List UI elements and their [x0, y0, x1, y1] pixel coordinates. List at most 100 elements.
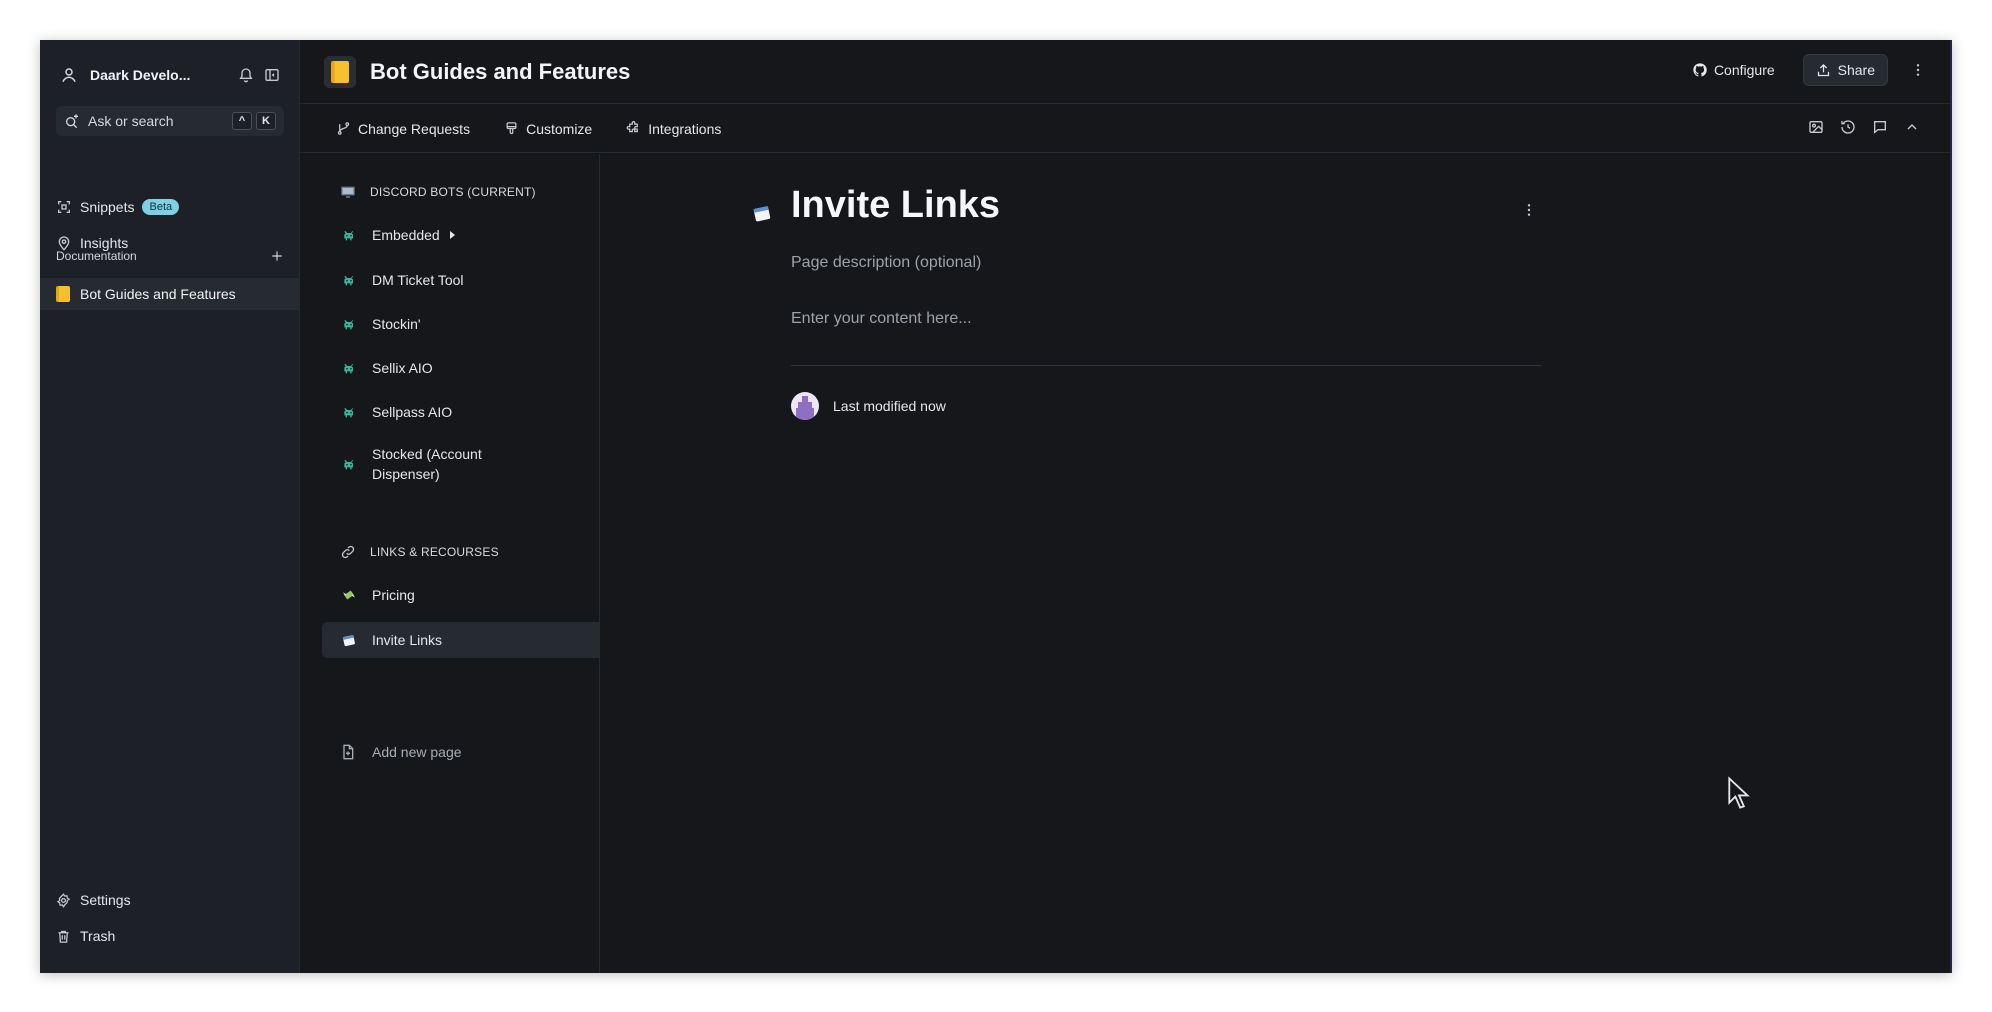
content-divider	[791, 365, 1541, 366]
group-title-label: DISCORD BOTS (CURRENT)	[370, 185, 536, 199]
space-icon[interactable]	[324, 55, 356, 88]
sidebar-item-settings[interactable]: Settings	[56, 887, 131, 913]
customize-button[interactable]: Customize	[504, 121, 592, 137]
space-title: Bot Guides and Features	[370, 58, 631, 84]
page-content-field[interactable]: Enter your content here...	[791, 310, 972, 328]
top-actions: Configure Share	[1692, 54, 1926, 86]
page-item-pricing[interactable]: Pricing	[322, 578, 600, 612]
sidebar-toggle-icon	[265, 69, 279, 81]
toolbar-right-actions	[1792, 119, 1920, 135]
share-upload-icon	[1817, 63, 1829, 76]
page-item-stockin[interactable]: Stockin'	[322, 307, 600, 341]
sidebar-item-snippets[interactable]: Snippets Beta	[56, 194, 180, 220]
more-options-icon[interactable]	[1910, 62, 1926, 78]
page-item-invite-links[interactable]: Invite Links	[322, 622, 600, 658]
bot-icon	[344, 364, 353, 374]
page-item-sellpass-aio[interactable]: Sellpass AIO	[322, 395, 600, 429]
space-toolbar: Change Requests Customize Integrations	[300, 105, 1950, 153]
sidebar-item-bot-guides[interactable]: Bot Guides and Features	[40, 278, 300, 310]
sidebar-item-label: Snippets	[80, 199, 135, 215]
page-title[interactable]: Invite Links	[791, 184, 1000, 227]
page-item-label: Pricing	[372, 587, 415, 603]
image-icon[interactable]	[1808, 119, 1824, 135]
bot-icon	[344, 460, 353, 470]
page-more-options-icon[interactable]	[1521, 202, 1537, 218]
page-description-field[interactable]: Page description (optional)	[791, 254, 981, 272]
search-bar[interactable]: Ask or search ^ K	[56, 106, 284, 136]
page-editor: Invite Links Page description (optional)…	[601, 154, 1950, 973]
group-links-resources[interactable]: LINKS & RECOURSES	[340, 542, 499, 562]
page-item-label: Stocked (Account Dispenser)	[372, 446, 482, 482]
page-item-embedded[interactable]: Embedded	[322, 218, 600, 252]
monitor-icon	[341, 186, 355, 198]
bot-icon	[344, 276, 353, 286]
add-file-icon	[343, 744, 354, 760]
link-icon	[341, 545, 355, 559]
shortcut-key-k: K	[256, 112, 276, 130]
sidebar-item-label: Trash	[80, 928, 116, 944]
configure-label: Configure	[1713, 62, 1775, 78]
mouse-cursor-icon	[1728, 776, 1750, 809]
money-wings-icon	[343, 590, 355, 600]
space-switcher[interactable]: Daark Develo...	[60, 60, 285, 90]
collapse-sidebar-button[interactable]	[259, 62, 285, 88]
sidebar-item-label: Settings	[80, 892, 131, 908]
integrations-button[interactable]: Integrations	[626, 121, 721, 137]
share-label: Share	[1837, 62, 1875, 78]
sidebar-item-label: Bot Guides and Features	[80, 286, 236, 302]
change-requests-button[interactable]: Change Requests	[336, 121, 470, 137]
bell-icon	[239, 68, 253, 83]
group-title-label: LINKS & RECOURSES	[370, 545, 499, 559]
notebook-icon	[56, 286, 70, 302]
page-item-sellix-aio[interactable]: Sellix AIO	[322, 351, 600, 385]
section-label: Documentation	[56, 249, 137, 263]
chevron-up-icon[interactable]	[1904, 119, 1920, 135]
top-bar: Bot Guides and Features Configure Share	[300, 40, 1950, 104]
add-page-label: Add new page	[372, 744, 462, 760]
notifications-button[interactable]	[233, 62, 259, 88]
github-icon	[1693, 63, 1707, 77]
last-modified-info: Last modified now	[791, 392, 946, 420]
group-discord-bots[interactable]: DISCORD BOTS (CURRENT)	[340, 182, 536, 202]
tool-label: Integrations	[648, 120, 722, 137]
sidebar-item-trash[interactable]: Trash	[56, 923, 115, 949]
bot-icon	[344, 320, 353, 330]
tool-label: Change Requests	[358, 120, 471, 137]
page-item-dm-ticket-tool[interactable]: DM Ticket Tool	[322, 263, 600, 297]
trash-icon	[58, 930, 69, 943]
avatar	[791, 392, 819, 420]
documentation-section-header: Documentation	[56, 246, 284, 266]
configure-button[interactable]: Configure	[1692, 62, 1775, 78]
user-icon	[62, 68, 76, 83]
page-item-label: DM Ticket Tool	[372, 272, 464, 288]
share-button[interactable]: Share	[1802, 54, 1888, 86]
page-item-label: Invite Links	[372, 632, 443, 648]
calendar-icon[interactable]	[751, 202, 773, 224]
comment-icon[interactable]	[1872, 119, 1888, 135]
search-label: Ask or search	[88, 113, 174, 129]
shortcut-key-ctrl: ^	[232, 112, 252, 130]
add-new-page-button[interactable]: Add new page	[340, 744, 462, 760]
snippets-icon	[58, 201, 70, 213]
add-space-plus-icon[interactable]	[270, 249, 284, 263]
page-item-label: Embedded	[372, 227, 440, 243]
expand-arrow-icon[interactable]	[449, 231, 455, 239]
app-window: Daark Develo... Ask or search ^ K Snippe…	[40, 40, 1952, 973]
bot-icon	[344, 408, 353, 418]
notebook-icon	[331, 60, 349, 83]
page-tree: DISCORD BOTS (CURRENT) Embedded DM Ticke…	[300, 154, 600, 973]
puzzle-icon	[626, 121, 639, 133]
history-icon[interactable]	[1840, 119, 1856, 135]
gear-icon	[56, 892, 71, 908]
page-item-label: Sellpass AIO	[372, 404, 453, 420]
bot-icon	[344, 231, 353, 241]
paintbrush-icon	[506, 122, 517, 135]
page-item-label: Sellix AIO	[372, 360, 433, 376]
page-item-stocked[interactable]: Stocked (Account Dispenser)	[322, 439, 600, 489]
calendar-icon	[342, 634, 355, 647]
search-sparkle-icon	[66, 114, 78, 129]
tool-label: Customize	[526, 120, 593, 137]
last-modified-label: Last modified now	[833, 398, 946, 414]
page-item-label: Stockin'	[372, 316, 421, 332]
branch-icon	[337, 122, 350, 135]
